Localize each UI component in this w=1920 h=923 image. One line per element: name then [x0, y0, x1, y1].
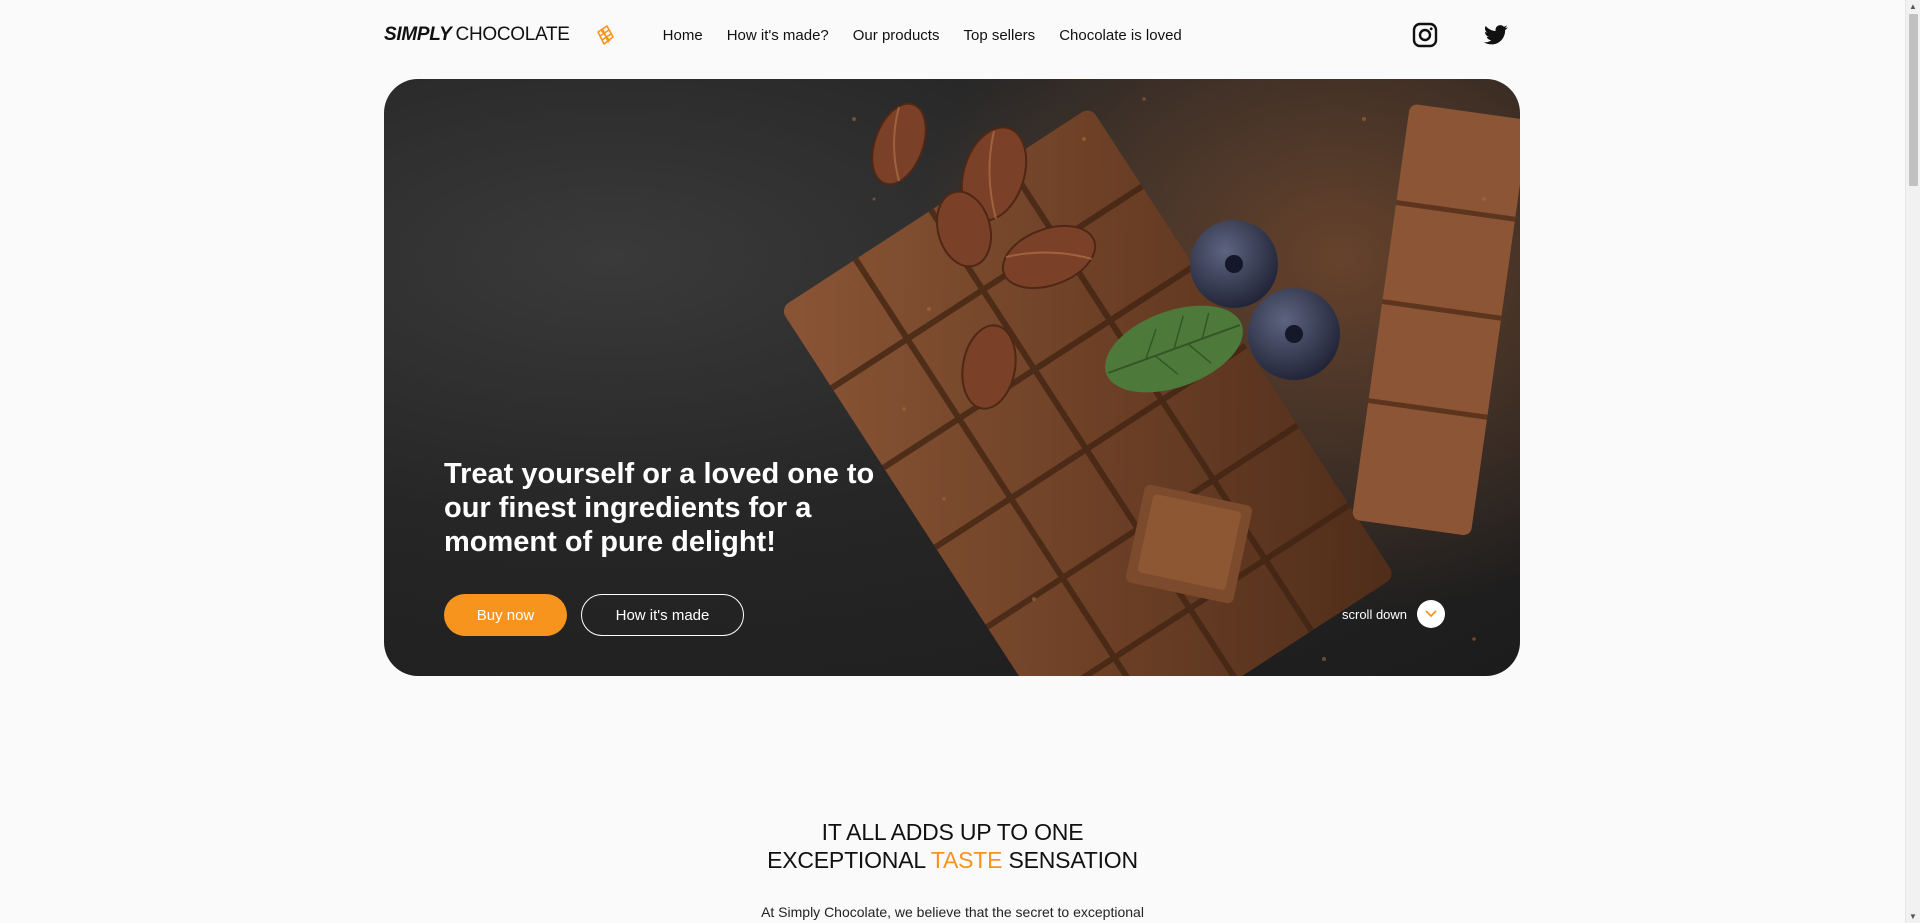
section-heading-pre: EXCEPTIONAL: [767, 847, 931, 873]
page: SIMPLY CHOCOLATE Home How it's made? Our…: [0, 0, 1920, 923]
social-links: [1412, 22, 1508, 48]
chevron-down-icon: [1417, 600, 1446, 628]
nav-home[interactable]: Home: [663, 27, 703, 44]
site-header: SIMPLY CHOCOLATE Home How it's made? Our…: [384, 16, 1520, 54]
page-scrollbar[interactable]: ▲ ▼: [1905, 0, 1920, 923]
scroll-down-label: scroll down: [1342, 606, 1408, 622]
logo[interactable]: SIMPLY CHOCOLATE: [384, 23, 616, 47]
scrollbar-thumb[interactable]: [1909, 14, 1918, 186]
twitter-icon[interactable]: [1484, 25, 1508, 45]
section-heading-post: SENSATION: [1002, 847, 1138, 873]
instagram-icon[interactable]: [1412, 22, 1438, 48]
scroll-down[interactable]: scroll down: [1342, 600, 1446, 628]
section-heading-line1: IT ALL ADDS UP TO ONE: [821, 819, 1084, 845]
section-heading-line2: EXCEPTIONAL TASTE SENSATION: [0, 846, 1905, 874]
hero-headline: Treat yourself or a loved one to our fin…: [444, 458, 875, 558]
scroll-down-arrow-icon[interactable]: ▼: [1909, 912, 1917, 921]
chocolate-bar-icon: [594, 23, 616, 47]
section-heading-accent: TASTE: [930, 847, 1003, 873]
main-nav: Home How it's made? Our products Top sel…: [663, 27, 1182, 44]
logo-text: CHOCOLATE: [455, 24, 570, 45]
scroll-up-arrow-icon[interactable]: ▲: [1909, 2, 1917, 11]
hero-banner: Treat yourself or a loved one to our fin…: [384, 79, 1520, 676]
logo-text-bold: SIMPLY: [384, 24, 452, 45]
chocolate-hero-image: [783, 79, 1520, 676]
section-paragraph: At Simply Chocolate, we believe that the…: [761, 904, 1144, 920]
nav-top-sellers[interactable]: Top sellers: [963, 27, 1035, 44]
nav-our-products[interactable]: Our products: [853, 27, 940, 44]
how-its-made-button[interactable]: How it's made: [581, 594, 744, 636]
nav-chocolate-is-loved[interactable]: Chocolate is loved: [1059, 27, 1182, 44]
buy-now-button[interactable]: Buy now: [444, 594, 567, 636]
section-heading: IT ALL ADDS UP TO ONE EXCEPTIONAL TASTE …: [0, 818, 1905, 874]
nav-how-its-made[interactable]: How it's made?: [727, 27, 829, 44]
